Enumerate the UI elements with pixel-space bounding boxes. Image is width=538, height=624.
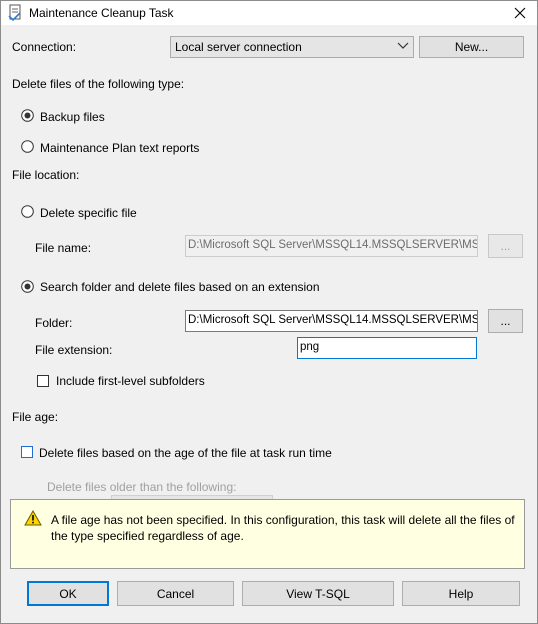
- warning-panel: A file age has not been specified. In th…: [10, 499, 525, 569]
- file-extension-label: File extension:: [35, 343, 113, 357]
- delete-by-age-checkbox[interactable]: [21, 446, 33, 458]
- task-icon: [8, 4, 21, 22]
- maintenance-cleanup-dialog: Maintenance Cleanup Task Connection: Loc…: [0, 0, 538, 624]
- folder-label: Folder:: [35, 316, 73, 330]
- older-than-label: Delete files older than the following:: [47, 480, 237, 494]
- backup-files-label: Backup files: [40, 110, 105, 124]
- warning-icon: [24, 510, 42, 526]
- delete-specific-file-radio[interactable]: [21, 205, 34, 218]
- backup-files-radio[interactable]: [21, 109, 34, 122]
- help-button[interactable]: Help: [402, 581, 520, 606]
- file-type-heading: Delete files of the following type:: [12, 77, 185, 91]
- search-folder-label: Search folder and delete files based on …: [40, 280, 320, 294]
- title-bar: Maintenance Cleanup Task: [1, 1, 537, 25]
- folder-field[interactable]: D:\Microsoft SQL Server\MSSQL14.MSSQLSER…: [185, 310, 478, 332]
- connection-select[interactable]: Local server connection: [170, 36, 414, 58]
- text-reports-radio[interactable]: [21, 140, 34, 153]
- include-subfolders-checkbox[interactable]: [37, 375, 49, 387]
- text-reports-label: Maintenance Plan text reports: [40, 141, 200, 155]
- chevron-down-icon: [397, 42, 409, 49]
- file-age-heading: File age:: [12, 410, 59, 424]
- file-name-field[interactable]: D:\Microsoft SQL Server\MSSQL14.MSSQLSER…: [185, 235, 478, 257]
- connection-select-value: Local server connection: [175, 40, 302, 54]
- new-connection-button[interactable]: New...: [419, 36, 524, 58]
- include-subfolders-label: Include first-level subfolders: [56, 374, 205, 388]
- delete-by-age-label: Delete files based on the age of the fil…: [39, 446, 332, 460]
- warning-message: A file age has not been specified. In th…: [51, 513, 515, 543]
- file-location-heading: File location:: [12, 168, 80, 182]
- view-tsql-button[interactable]: View T-SQL: [242, 581, 394, 606]
- connection-label: Connection:: [12, 40, 77, 54]
- cancel-button[interactable]: Cancel: [117, 581, 234, 606]
- close-icon: [514, 7, 526, 19]
- delete-specific-file-label: Delete specific file: [40, 206, 137, 220]
- file-name-browse-button[interactable]: ...: [488, 234, 523, 258]
- window-title: Maintenance Cleanup Task: [29, 6, 174, 20]
- file-extension-field[interactable]: png: [297, 337, 477, 359]
- close-button[interactable]: [503, 1, 537, 25]
- ok-button[interactable]: OK: [27, 581, 109, 606]
- search-folder-radio[interactable]: [21, 280, 34, 293]
- folder-browse-button[interactable]: ...: [488, 309, 523, 333]
- file-name-label: File name:: [35, 241, 92, 255]
